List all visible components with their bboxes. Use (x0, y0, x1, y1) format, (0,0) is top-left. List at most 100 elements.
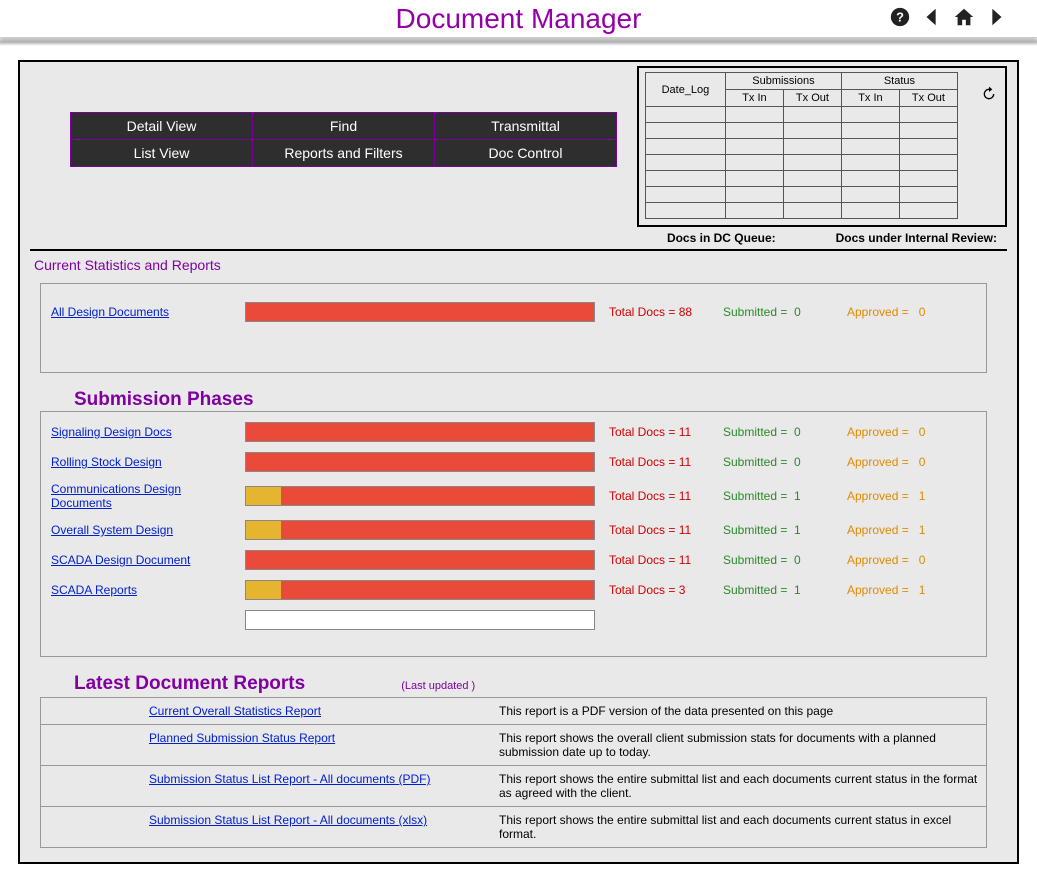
refresh-icon[interactable] (981, 86, 997, 102)
help-icon[interactable]: ? (889, 6, 911, 28)
phase-link[interactable]: Signaling Design Docs (51, 425, 241, 439)
phase-total: Total Docs = 11 (609, 523, 719, 537)
last-updated-label: (Last updated ) (401, 680, 475, 692)
overall-bar-fill (246, 303, 594, 321)
table-row (645, 123, 957, 139)
phase-bar (245, 486, 595, 506)
phase-row-empty (51, 610, 976, 630)
phase-bar-red (246, 581, 594, 599)
table-row (645, 171, 957, 187)
table-row (645, 155, 957, 171)
phase-submitted: Submitted = 0 (723, 553, 843, 567)
phase-link[interactable]: Communications Design Documents (51, 482, 241, 510)
phase-link[interactable]: Rolling Stock Design (51, 455, 241, 469)
phase-bar-red (246, 487, 594, 505)
phase-link[interactable]: SCADA Reports (51, 583, 241, 597)
svg-text:?: ? (896, 10, 904, 25)
overall-total: Total Docs = 88 (609, 305, 719, 319)
colgroup-status: Status (841, 73, 957, 90)
phase-approved: Approved = 0 (847, 553, 967, 567)
phase-submitted: Submitted = 1 (723, 523, 843, 537)
report-link[interactable]: Submission Status List Report - All docu… (149, 813, 499, 841)
report-row: Planned Submission Status ReportThis rep… (41, 724, 986, 765)
report-row: Current Overall Statistics ReportThis re… (41, 698, 986, 724)
report-desc: This report shows the entire submittal l… (499, 813, 979, 841)
next-icon[interactable] (985, 6, 1007, 28)
report-desc: This report shows the entire submittal l… (499, 772, 979, 800)
reports-box: Current Overall Statistics ReportThis re… (40, 697, 987, 848)
table-row (645, 203, 957, 219)
phase-bar (245, 580, 595, 600)
phases-title: Submission Phases (74, 389, 1007, 411)
phase-submitted: Submitted = 1 (723, 489, 843, 503)
phase-approved: Approved = 1 (847, 523, 967, 537)
phase-row: Signaling Design Docs Total Docs = 11 Subm… (51, 422, 976, 442)
header-icons: ? (889, 6, 1007, 28)
phase-total: Total Docs = 3 (609, 583, 719, 597)
prev-icon[interactable] (921, 6, 943, 28)
nav-find[interactable]: Find (253, 113, 435, 140)
overall-row: All Design Documents Total Docs = 88 Sub… (51, 302, 976, 322)
phase-bar-red (246, 453, 594, 471)
docs-in-dc-queue-label: Docs in DC Queue: (667, 231, 776, 245)
nav-doc-control[interactable]: Doc Control (435, 140, 617, 167)
docs-under-review-label: Docs under Internal Review: (836, 231, 997, 245)
phase-link[interactable]: Overall System Design (51, 523, 241, 537)
phase-submitted: Submitted = 0 (723, 425, 843, 439)
phase-bar-red (246, 521, 594, 539)
table-row (645, 107, 957, 123)
col-txout-1: Tx Out (783, 90, 841, 107)
table-row (645, 187, 957, 203)
phase-submitted: Submitted = 0 (723, 455, 843, 469)
overall-approved: Approved = 0 (847, 305, 967, 319)
report-link[interactable]: Current Overall Statistics Report (149, 704, 499, 718)
phase-bar-red (246, 423, 594, 441)
empty-bar (245, 610, 595, 630)
section-divider (30, 249, 1007, 251)
all-design-docs-link[interactable]: All Design Documents (51, 305, 241, 319)
phase-approved: Approved = 1 (847, 489, 967, 503)
table-row (645, 139, 957, 155)
latest-reports-title: Latest Document Reports (74, 673, 305, 695)
col-date-log: Date_Log (645, 73, 725, 107)
phase-bar (245, 422, 595, 442)
col-txout-2: Tx Out (899, 90, 957, 107)
report-link[interactable]: Planned Submission Status Report (149, 731, 499, 759)
phase-bar-yellow (246, 521, 281, 539)
phase-link[interactable]: SCADA Design Document (51, 553, 241, 567)
nav-reports-filters[interactable]: Reports and Filters (253, 140, 435, 167)
overall-submitted: Submitted = 0 (723, 305, 843, 319)
header-divider (0, 38, 1037, 46)
phase-approved: Approved = 1 (847, 583, 967, 597)
colgroup-submissions: Submissions (725, 73, 841, 90)
phase-submitted: Submitted = 1 (723, 583, 843, 597)
phase-bar (245, 452, 595, 472)
home-icon[interactable] (953, 6, 975, 28)
nav-detail-view[interactable]: Detail View (71, 113, 253, 140)
main-panel: Detail View Find Transmittal List View R… (18, 60, 1019, 864)
phase-total: Total Docs = 11 (609, 455, 719, 469)
phase-row: SCADA Reports Total Docs = 3 Submitted = 1… (51, 580, 976, 600)
phase-bar-yellow (246, 581, 281, 599)
log-table: Date_Log Submissions Status Tx In Tx Out… (645, 72, 958, 219)
phase-row: Overall System Design Total Docs = 11 Subm… (51, 520, 976, 540)
nav-list-view[interactable]: List View (71, 140, 253, 167)
stats-section-title: Current Statistics and Reports (34, 257, 1007, 273)
phase-row: SCADA Design Document Total Docs = 11 Subm… (51, 550, 976, 570)
report-desc: This report is a PDF version of the data… (499, 704, 979, 718)
page-title: Document Manager (396, 3, 642, 35)
nav-button-grid: Detail View Find Transmittal List View R… (70, 112, 617, 167)
nav-transmittal[interactable]: Transmittal (435, 113, 617, 140)
report-row: Submission Status List Report - All docu… (41, 765, 986, 806)
log-table-box: Date_Log Submissions Status Tx In Tx Out… (637, 66, 1007, 227)
report-link[interactable]: Submission Status List Report - All docu… (149, 772, 499, 800)
phase-total: Total Docs = 11 (609, 425, 719, 439)
phase-approved: Approved = 0 (847, 425, 967, 439)
report-desc: This report shows the overall client sub… (499, 731, 979, 759)
phase-total: Total Docs = 11 (609, 553, 719, 567)
app-header: Document Manager ? (0, 0, 1037, 38)
col-txin-1: Tx In (725, 90, 783, 107)
phase-bar (245, 550, 595, 570)
phases-box: Signaling Design Docs Total Docs = 11 Subm… (40, 411, 987, 657)
phase-row: Communications Design DocumentsTotal Doc… (51, 482, 976, 510)
